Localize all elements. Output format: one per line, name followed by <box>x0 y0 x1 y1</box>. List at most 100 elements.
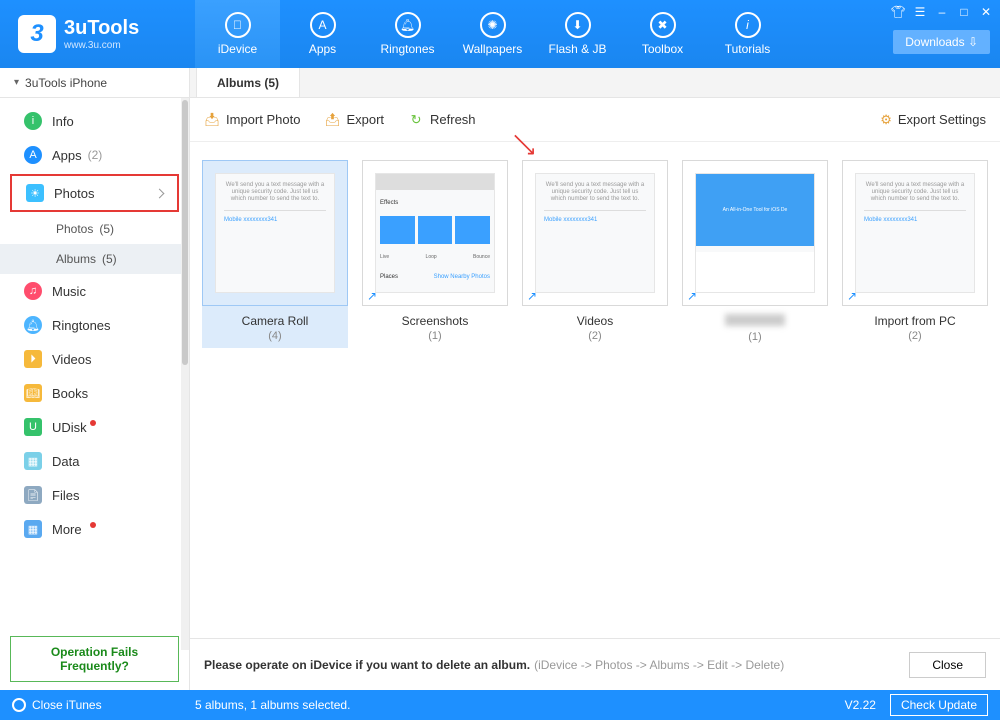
export-icon: 📤︎ <box>324 112 340 128</box>
album-count: (2) <box>908 330 921 342</box>
apps-nav-icon: A <box>24 146 42 164</box>
album-count: (1) <box>748 331 761 343</box>
shortcut-icon: ↗ <box>847 289 859 301</box>
album-title <box>725 314 785 329</box>
tab-flashjb[interactable]: ⬇︎Flash & JB <box>535 0 620 68</box>
app-header: 3 3uTools www.3u.com iDevice AApps 🔔︎Ri… <box>0 0 1000 68</box>
album-count: (2) <box>588 330 601 342</box>
app-name: 3uTools <box>64 17 139 40</box>
nav-apps[interactable]: AApps(2) <box>0 138 189 172</box>
downloads-button[interactable]: Downloads ⇩ <box>893 30 990 54</box>
hint-path: (iDevice -> Photos -> Albums -> Edit -> … <box>534 658 784 672</box>
nav-photos[interactable]: ☀︎Photos <box>12 176 177 210</box>
main-panel: Albums (5) 📥︎Import Photo 📤︎Export ↻Refr… <box>190 68 1000 690</box>
bell-icon: 🔔︎ <box>395 12 421 38</box>
album-card[interactable]: An All-in-One Tool for iOS De↗ (1) <box>682 160 828 349</box>
selection-status: 5 albums, 1 albums selected. <box>195 698 845 712</box>
bell-nav-icon: 🔔︎ <box>24 316 42 334</box>
nav-info[interactable]: iInfo <box>0 104 189 138</box>
info-nav-icon: i <box>24 112 42 130</box>
operation-fails-link[interactable]: Operation Fails Frequently? <box>10 636 179 682</box>
gear-icon: ⚙ <box>880 112 892 128</box>
hint-text: Please operate on iDevice if you want to… <box>204 658 530 672</box>
ring-icon <box>12 698 26 712</box>
nav-more[interactable]: ▦More <box>0 512 189 546</box>
album-count: (4) <box>268 330 281 342</box>
device-header[interactable]: ▾3uTools iPhone <box>0 68 189 98</box>
chevron-down-icon: ▾ <box>14 77 19 88</box>
skin-icon[interactable]: 👕︎ <box>890 4 906 20</box>
version-label: V2.22 <box>845 698 876 712</box>
shortcut-icon: ↗ <box>527 289 539 301</box>
import-icon: 📥︎ <box>204 112 220 128</box>
nav-photos-sub[interactable]: Photos(5) <box>0 214 189 244</box>
close-itunes-button[interactable]: Close iTunes <box>12 698 195 712</box>
scrollbar-thumb[interactable] <box>182 100 188 365</box>
album-card[interactable]: We'll send you a text message with a uni… <box>202 160 348 348</box>
data-nav-icon: ▦ <box>24 452 42 470</box>
app-site: www.3u.com <box>64 40 139 51</box>
flower-icon: ✺ <box>480 12 506 38</box>
nav-music[interactable]: ♫Music <box>0 274 189 308</box>
sub-header: Albums (5) <box>190 68 1000 98</box>
tab-wallpapers[interactable]: ✺Wallpapers <box>450 0 535 68</box>
toolbar: 📥︎Import Photo 📤︎Export ↻Refresh ⚙Export… <box>190 98 1000 142</box>
hint-close-button[interactable]: Close <box>909 652 986 678</box>
shortcut-icon: ↗ <box>367 289 379 301</box>
status-bar: Close iTunes 5 albums, 1 albums selected… <box>0 690 1000 720</box>
check-update-button[interactable]: Check Update <box>890 694 988 716</box>
sidebar: ▾3uTools iPhone iInfo AApps(2) ☀︎Photos … <box>0 68 190 690</box>
sidebar-nav: iInfo AApps(2) ☀︎Photos Photos(5) Albums… <box>0 98 189 628</box>
albums-grid: We'll send you a text message with a uni… <box>190 142 1000 638</box>
nav-files[interactable]: 📄︎Files <box>0 478 189 512</box>
subtab-albums[interactable]: Albums (5) <box>196 67 300 97</box>
album-thumb: EffectsLiveLoopBouncePlacesShow Nearby P… <box>362 160 508 306</box>
import-photo-button[interactable]: 📥︎Import Photo <box>204 112 300 128</box>
album-title: Videos <box>577 314 613 328</box>
shortcut-icon: ↗ <box>687 289 699 301</box>
album-thumb: An All-in-One Tool for iOS De↗ <box>682 160 828 306</box>
export-settings-button[interactable]: ⚙Export Settings <box>880 112 986 128</box>
album-card[interactable]: We'll send you a text message with a uni… <box>522 160 668 348</box>
files-nav-icon: 📄︎ <box>24 486 42 504</box>
tab-toolbox[interactable]: ✖Toolbox <box>620 0 705 68</box>
nav-videos[interactable]: ⏵︎Videos <box>0 342 189 376</box>
music-nav-icon: ♫ <box>24 282 42 300</box>
album-title: Import from PC <box>874 314 955 328</box>
logo-icon: 3 <box>18 15 56 53</box>
export-button[interactable]: 📤︎Export <box>324 112 384 128</box>
box-icon: ⬇︎ <box>565 12 591 38</box>
album-card[interactable]: We'll send you a text message with a uni… <box>842 160 988 348</box>
nav-albums-sub[interactable]: Albums(5) <box>0 244 189 274</box>
main-tabs: iDevice AApps 🔔︎Ringtones ✺Wallpapers ⬇… <box>195 0 790 68</box>
maximize-button[interactable]: □ <box>956 4 972 20</box>
tab-idevice[interactable]: iDevice <box>195 0 280 68</box>
hint-bar: Please operate on iDevice if you want to… <box>190 638 1000 690</box>
photos-highlight: ☀︎Photos <box>10 174 179 212</box>
sidebar-scrollbar[interactable] <box>181 98 189 650</box>
album-title: Camera Roll <box>242 314 309 328</box>
book-nav-icon: 📖︎ <box>24 384 42 402</box>
info-icon: i <box>735 12 761 38</box>
menu-icon[interactable]: ☰ <box>912 4 928 20</box>
video-nav-icon: ⏵︎ <box>24 350 42 368</box>
minimize-button[interactable]: – <box>934 4 950 20</box>
refresh-button[interactable]: ↻Refresh <box>408 112 476 128</box>
album-thumb: We'll send you a text message with a uni… <box>842 160 988 306</box>
window-controls: 👕︎ ☰ – □ ✕ <box>890 4 994 20</box>
album-count: (1) <box>428 330 441 342</box>
tab-ringtones[interactable]: 🔔︎Ringtones <box>365 0 450 68</box>
close-button[interactable]: ✕ <box>978 4 994 20</box>
album-thumb: We'll send you a text message with a uni… <box>522 160 668 306</box>
apple-icon:  <box>225 12 251 38</box>
album-thumb: We'll send you a text message with a uni… <box>202 160 348 306</box>
nav-data[interactable]: ▦Data <box>0 444 189 478</box>
nav-books[interactable]: 📖︎Books <box>0 376 189 410</box>
photos-nav-icon: ☀︎ <box>26 184 44 202</box>
album-card[interactable]: EffectsLiveLoopBouncePlacesShow Nearby P… <box>362 160 508 348</box>
tab-apps[interactable]: AApps <box>280 0 365 68</box>
appstore-icon: A <box>310 12 336 38</box>
nav-ringtones[interactable]: 🔔︎Ringtones <box>0 308 189 342</box>
nav-udisk[interactable]: UUDisk <box>0 410 189 444</box>
tab-tutorials[interactable]: iTutorials <box>705 0 790 68</box>
